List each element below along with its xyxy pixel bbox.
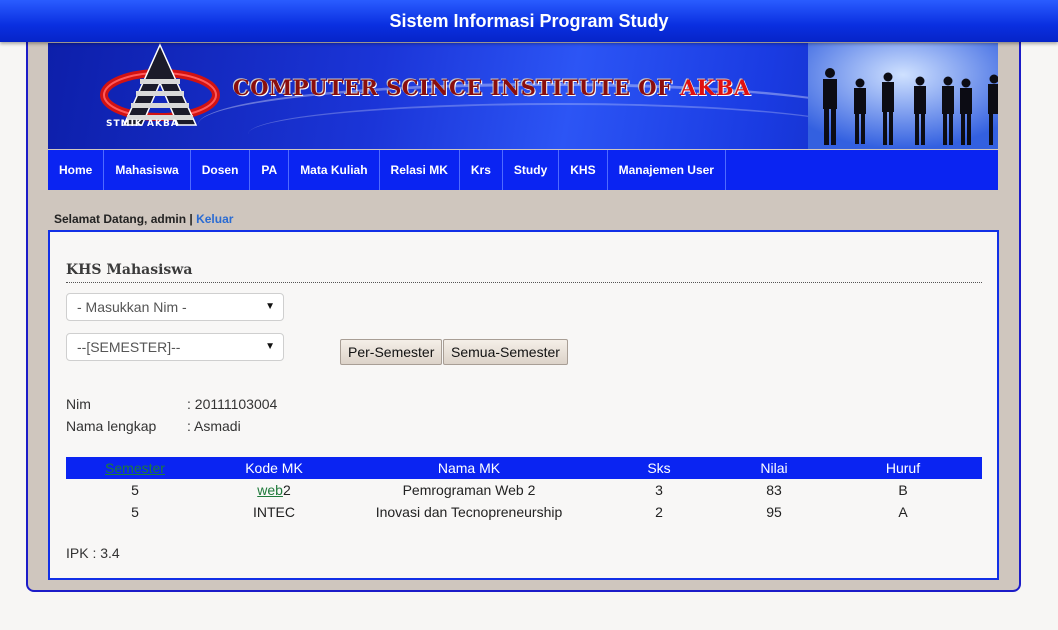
name-value: : Asmadi <box>187 418 241 434</box>
cell-huruf: B <box>898 482 908 498</box>
semester-select[interactable]: --[SEMESTER]-- ▼ <box>66 333 284 361</box>
cell-huruf: A <box>898 504 908 520</box>
nav-khs[interactable]: KHS <box>559 150 608 190</box>
table-row: 5 web2 Pemrograman Web 2 3 83 B <box>66 479 982 501</box>
cell-semester: 5 <box>131 482 139 498</box>
semua-semester-button[interactable]: Semua-Semester <box>443 339 568 365</box>
nav-dosen[interactable]: Dosen <box>191 150 251 190</box>
logout-link[interactable]: Keluar <box>196 212 233 226</box>
cell-nama-mk: Inovasi dan Tecnopreneurship <box>375 504 563 520</box>
cell-kode-mk: web2 <box>257 482 291 498</box>
nav-manajemen-user[interactable]: Manajemen User <box>608 150 726 190</box>
cell-nilai: 83 <box>766 482 782 498</box>
nim-label: Nim <box>66 396 91 412</box>
nav-study[interactable]: Study <box>503 150 560 190</box>
welcome-message: Selamat Datang, admin | Keluar <box>54 212 234 226</box>
nav-pa[interactable]: PA <box>250 150 290 190</box>
col-kode-mk-header: Kode MK <box>204 457 344 479</box>
top-header-bar: Sistem Informasi Program Study <box>0 0 1058 42</box>
site-banner: STMIK AKBA COMPUTER SCINCE INSTITUTE OF … <box>48 43 998 149</box>
col-nama-mk-header: Nama MK <box>344 457 594 479</box>
cell-semester: 5 <box>131 504 139 520</box>
nav-krs[interactable]: Krs <box>460 150 503 190</box>
app-title: Sistem Informasi Program Study <box>389 11 669 31</box>
cell-sks: 3 <box>655 482 663 498</box>
cell-kode-mk: INTEC <box>253 504 295 520</box>
ipk-value: IPK : 3.4 <box>66 545 120 561</box>
col-nilai-header: Nilai <box>724 457 824 479</box>
nav-home[interactable]: Home <box>48 150 105 190</box>
title-divider <box>66 282 982 283</box>
nim-select[interactable]: - Masukkan Nim - ▼ <box>66 293 284 321</box>
nav-mata-kuliah[interactable]: Mata Kuliah <box>289 150 380 190</box>
table-row: 5 INTEC Inovasi dan Tecnopreneurship 2 9… <box>66 501 982 523</box>
nav-relasi-mk[interactable]: Relasi MK <box>380 150 460 190</box>
chevron-down-icon: ▼ <box>265 301 275 312</box>
table-header-row: Semester Kode MK Nama MK Sks Nilai Huruf <box>66 457 982 479</box>
cell-sks: 2 <box>655 504 663 520</box>
page-title: KHS Mahasiswa <box>66 262 193 278</box>
khs-table: Semester Kode MK Nama MK Sks Nilai Huruf… <box>66 457 982 523</box>
logo-caption: STMIK AKBA <box>106 119 179 129</box>
cell-nama-mk: Pemrograman Web 2 <box>402 482 536 498</box>
nav-mahasiswa[interactable]: Mahasiswa <box>104 150 191 190</box>
col-semester-header[interactable]: Semester <box>66 457 204 479</box>
col-sks-header: Sks <box>594 457 724 479</box>
name-label: Nama lengkap <box>66 418 157 434</box>
banner-title: COMPUTER SCINCE INSTITUTE OF AKBA <box>233 75 751 100</box>
nim-value: : 20111103004 <box>187 396 278 412</box>
main-nav: Home Mahasiswa Dosen PA Mata Kuliah Rela… <box>48 150 998 190</box>
cell-nilai: 95 <box>766 504 782 520</box>
col-huruf-header: Huruf <box>824 457 982 479</box>
per-semester-button[interactable]: Per-Semester <box>340 339 443 365</box>
business-people-icon <box>808 43 998 149</box>
kode-mk-link[interactable]: web <box>257 482 283 498</box>
content-panel: KHS Mahasiswa - Masukkan Nim - ▼ --[SEME… <box>48 230 999 580</box>
chevron-down-icon: ▼ <box>265 341 275 352</box>
